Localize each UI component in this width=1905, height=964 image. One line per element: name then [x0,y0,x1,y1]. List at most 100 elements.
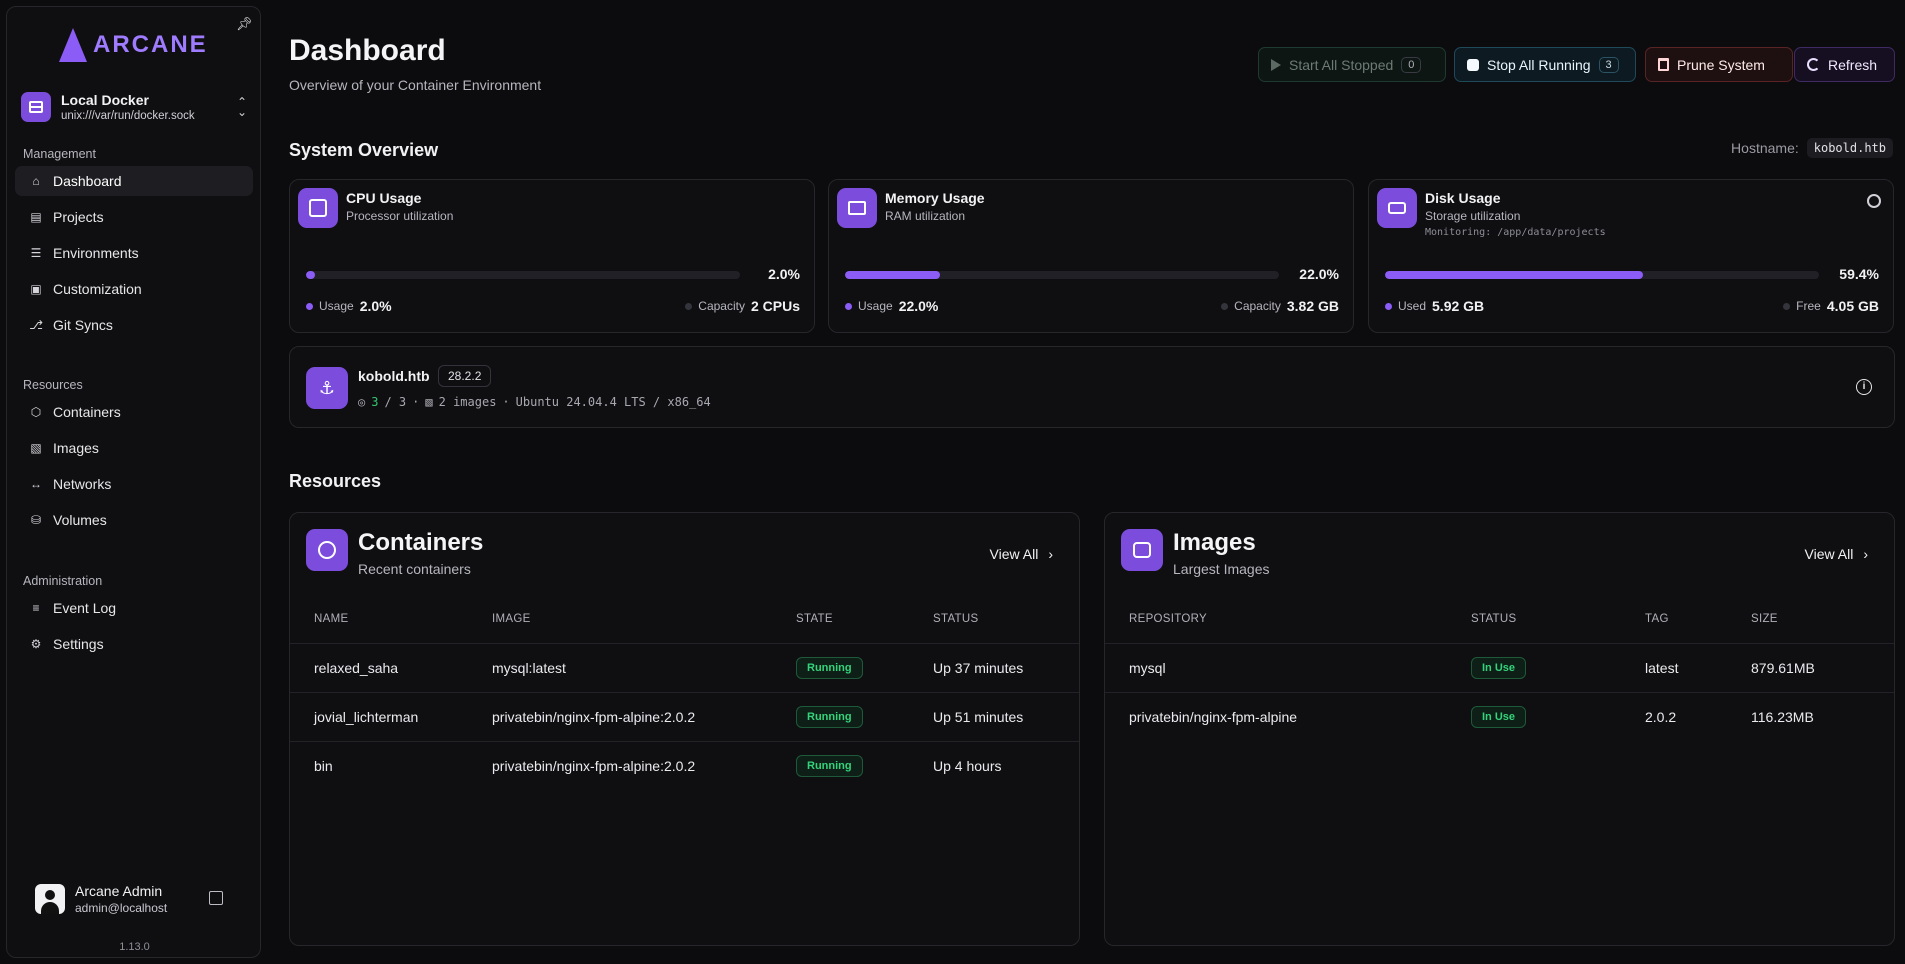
containers-view-all-button[interactable]: View All › [990,546,1053,562]
git-branch-icon: ⎇ [29,318,43,332]
panel-subtitle: Recent containers [358,561,471,577]
container-status: Up 4 hours [933,758,1002,774]
sidebar-item-label: Customization [53,281,142,297]
column-header: SIZE [1751,613,1778,625]
sidebar-item-label: Git Syncs [53,317,113,333]
pin-icon[interactable]: 📌︎ [236,17,253,31]
cpu-icon [298,188,338,228]
arcane-logo-icon [59,28,87,62]
image-icon: ▧ [425,395,433,409]
images-count: 2 images [438,395,497,409]
info-icon[interactable]: i [1856,379,1872,395]
server-icon [21,92,51,122]
memory-usage-card: Memory Usage RAM utilization 22.0% Usage… [828,179,1354,333]
app-root: 📌︎ ARCANE Local Docker unix:///var/run/d… [0,0,1905,964]
sidebar-item-label: Event Log [53,600,117,616]
sidebar-item-containers[interactable]: ⬡ Containers [15,397,253,427]
refresh-button[interactable]: Refresh [1794,47,1895,82]
sidebar-item-volumes[interactable]: ⛁ Volumes [15,505,253,535]
memory-percent: 22.0% [1299,266,1339,282]
prune-system-button[interactable]: Prune System [1645,47,1793,82]
page-subtitle: Overview of your Container Environment [289,77,542,93]
status-badge: In Use [1471,657,1527,679]
memory-capacity-stat: Capacity 3.82 GB [1221,298,1339,314]
image-size: 116.23MB [1751,709,1814,725]
sidebar-item-projects[interactable]: ▤ Projects [15,202,253,232]
container-icon [306,529,348,571]
container-image: mysql:latest [492,660,566,676]
count-badge: 3 [1598,56,1619,73]
cpu-percent: 2.0% [768,266,800,282]
container-image: privatebin/nginx-fpm-alpine:2.0.2 [492,758,696,774]
section-administration: Administration [23,574,103,588]
image-repository[interactable]: privatebin/nginx-fpm-alpine [1129,709,1297,725]
status-badge: Running [796,657,863,679]
card-title: CPU Usage [346,190,422,206]
container-name[interactable]: bin [314,758,333,774]
trash-icon [1658,58,1669,71]
environment-socket: unix:///var/run/docker.sock [61,110,195,122]
refresh-icon [1807,58,1820,71]
column-header: STATE [796,613,833,625]
stop-icon [1467,58,1479,71]
docker-version-badge: 28.2.2 [438,365,492,387]
sidebar-item-label: Projects [53,209,104,225]
image-repository[interactable]: mysql [1129,660,1166,676]
image-size: 879.61MB [1751,660,1815,676]
hostname: Hostname: kobold.htb [1731,138,1893,158]
environment-switcher[interactable]: Local Docker unix:///var/run/docker.sock… [21,87,247,127]
container-name[interactable]: jovial_lichterman [314,709,418,725]
card-title: Disk Usage [1425,190,1501,206]
card-subtitle: Processor utilization [346,209,454,223]
resources-title: Resources [289,471,382,491]
sidebar-item-environments[interactable]: ☰ Environments [15,238,253,268]
column-header: STATUS [933,613,979,625]
hostname-label: Hostname: [1731,140,1799,156]
chevrons-up-down-icon: ⌃ ⌄ [236,95,247,119]
sidebar: 📌︎ ARCANE Local Docker unix:///var/run/d… [6,6,261,958]
containers-total: / 3 [384,395,407,409]
sidebar-item-label: Images [53,440,99,456]
page-title: Dashboard [289,34,446,67]
file-icon: ▤ [30,210,42,224]
stop-all-running-button[interactable]: Stop All Running 3 [1454,47,1636,82]
hostname-value: kobold.htb [1806,138,1893,158]
sidebar-item-event-log[interactable]: ≡ Event Log [15,593,253,623]
container-name[interactable]: relaxed_saha [314,660,398,676]
memory-usage-stat: Usage 22.0% [845,298,938,314]
images-view-all-button[interactable]: View All › [1805,546,1868,562]
disk-usage-card: Disk Usage Storage utilization Monitorin… [1368,179,1894,333]
disk-free-stat: Free 4.05 GB [1783,298,1879,314]
gear-icon[interactable] [1867,194,1881,208]
sidebar-item-label: Dashboard [53,173,122,189]
sidebar-item-label: Containers [53,404,121,420]
sidebar-item-images[interactable]: ▧ Images [15,433,253,463]
sidebar-item-git-syncs[interactable]: ⎇ Git Syncs [15,310,253,340]
column-header: REPOSITORY [1129,613,1207,625]
column-header: TAG [1645,613,1669,625]
logout-icon[interactable] [209,891,223,905]
card-subtitle: RAM utilization [885,209,966,223]
sidebar-item-customization[interactable]: ▣ Customization [15,274,253,304]
status-badge: In Use [1471,706,1527,728]
user-menu[interactable]: Arcane Admin admin@localhost [35,879,245,919]
card-title: Memory Usage [885,190,985,206]
button-label: Stop All Running [1487,56,1591,73]
user-email: admin@localhost [75,901,168,915]
panel-subtitle: Largest Images [1173,561,1270,577]
server-icon: ☰ [30,246,42,260]
image-tag: latest [1645,660,1679,676]
memory-progress-bar [845,271,1279,279]
memory-icon [837,188,877,228]
list-icon: ≡ [32,601,40,615]
logo[interactable]: ARCANE [59,21,208,69]
app-version: 1.13.0 [119,941,150,953]
sidebar-item-dashboard[interactable]: ⌂ Dashboard [15,166,253,196]
button-label: Prune System [1677,56,1765,73]
start-all-stopped-button[interactable]: Start All Stopped 0 [1258,47,1446,82]
system-overview-title: System Overview [289,140,439,160]
sidebar-item-settings[interactable]: ⚙︎ Settings [15,629,253,659]
environment-name: Local Docker [61,92,149,108]
database-icon: ⛁ [30,513,42,527]
sidebar-item-networks[interactable]: ↔ Networks [15,469,253,499]
